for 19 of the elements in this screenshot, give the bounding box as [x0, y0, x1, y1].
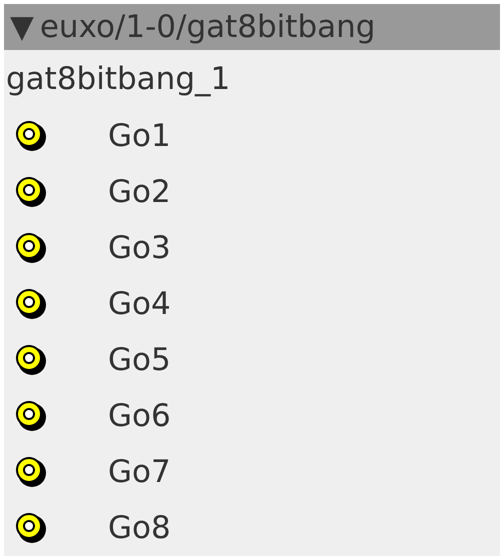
- outlet-icon[interactable]: [14, 175, 48, 209]
- outlet-icon[interactable]: [14, 511, 48, 545]
- outlet-icon[interactable]: [14, 399, 48, 433]
- collapse-toggle[interactable]: ▼: [10, 12, 34, 42]
- outlet-label: Go1: [108, 120, 171, 152]
- outlet-label: Go7: [108, 456, 171, 488]
- outlet-icon[interactable]: [14, 231, 48, 265]
- outlet-icon[interactable]: [14, 455, 48, 489]
- outlet-icon[interactable]: [14, 119, 48, 153]
- outlet-label: Go8: [108, 512, 171, 544]
- outlet-label: Go5: [108, 344, 171, 376]
- module-title: euxo/1-0/gat8bitbang: [40, 12, 376, 42]
- instance-name: gat8bitbang_1: [6, 64, 230, 94]
- outlet-label: Go4: [108, 288, 171, 320]
- outlet-icon[interactable]: [14, 287, 48, 321]
- outlet-label: Go2: [108, 176, 171, 208]
- outlet-label: Go6: [108, 400, 171, 432]
- outlet-label: Go3: [108, 232, 171, 264]
- outlet-icon[interactable]: [14, 343, 48, 377]
